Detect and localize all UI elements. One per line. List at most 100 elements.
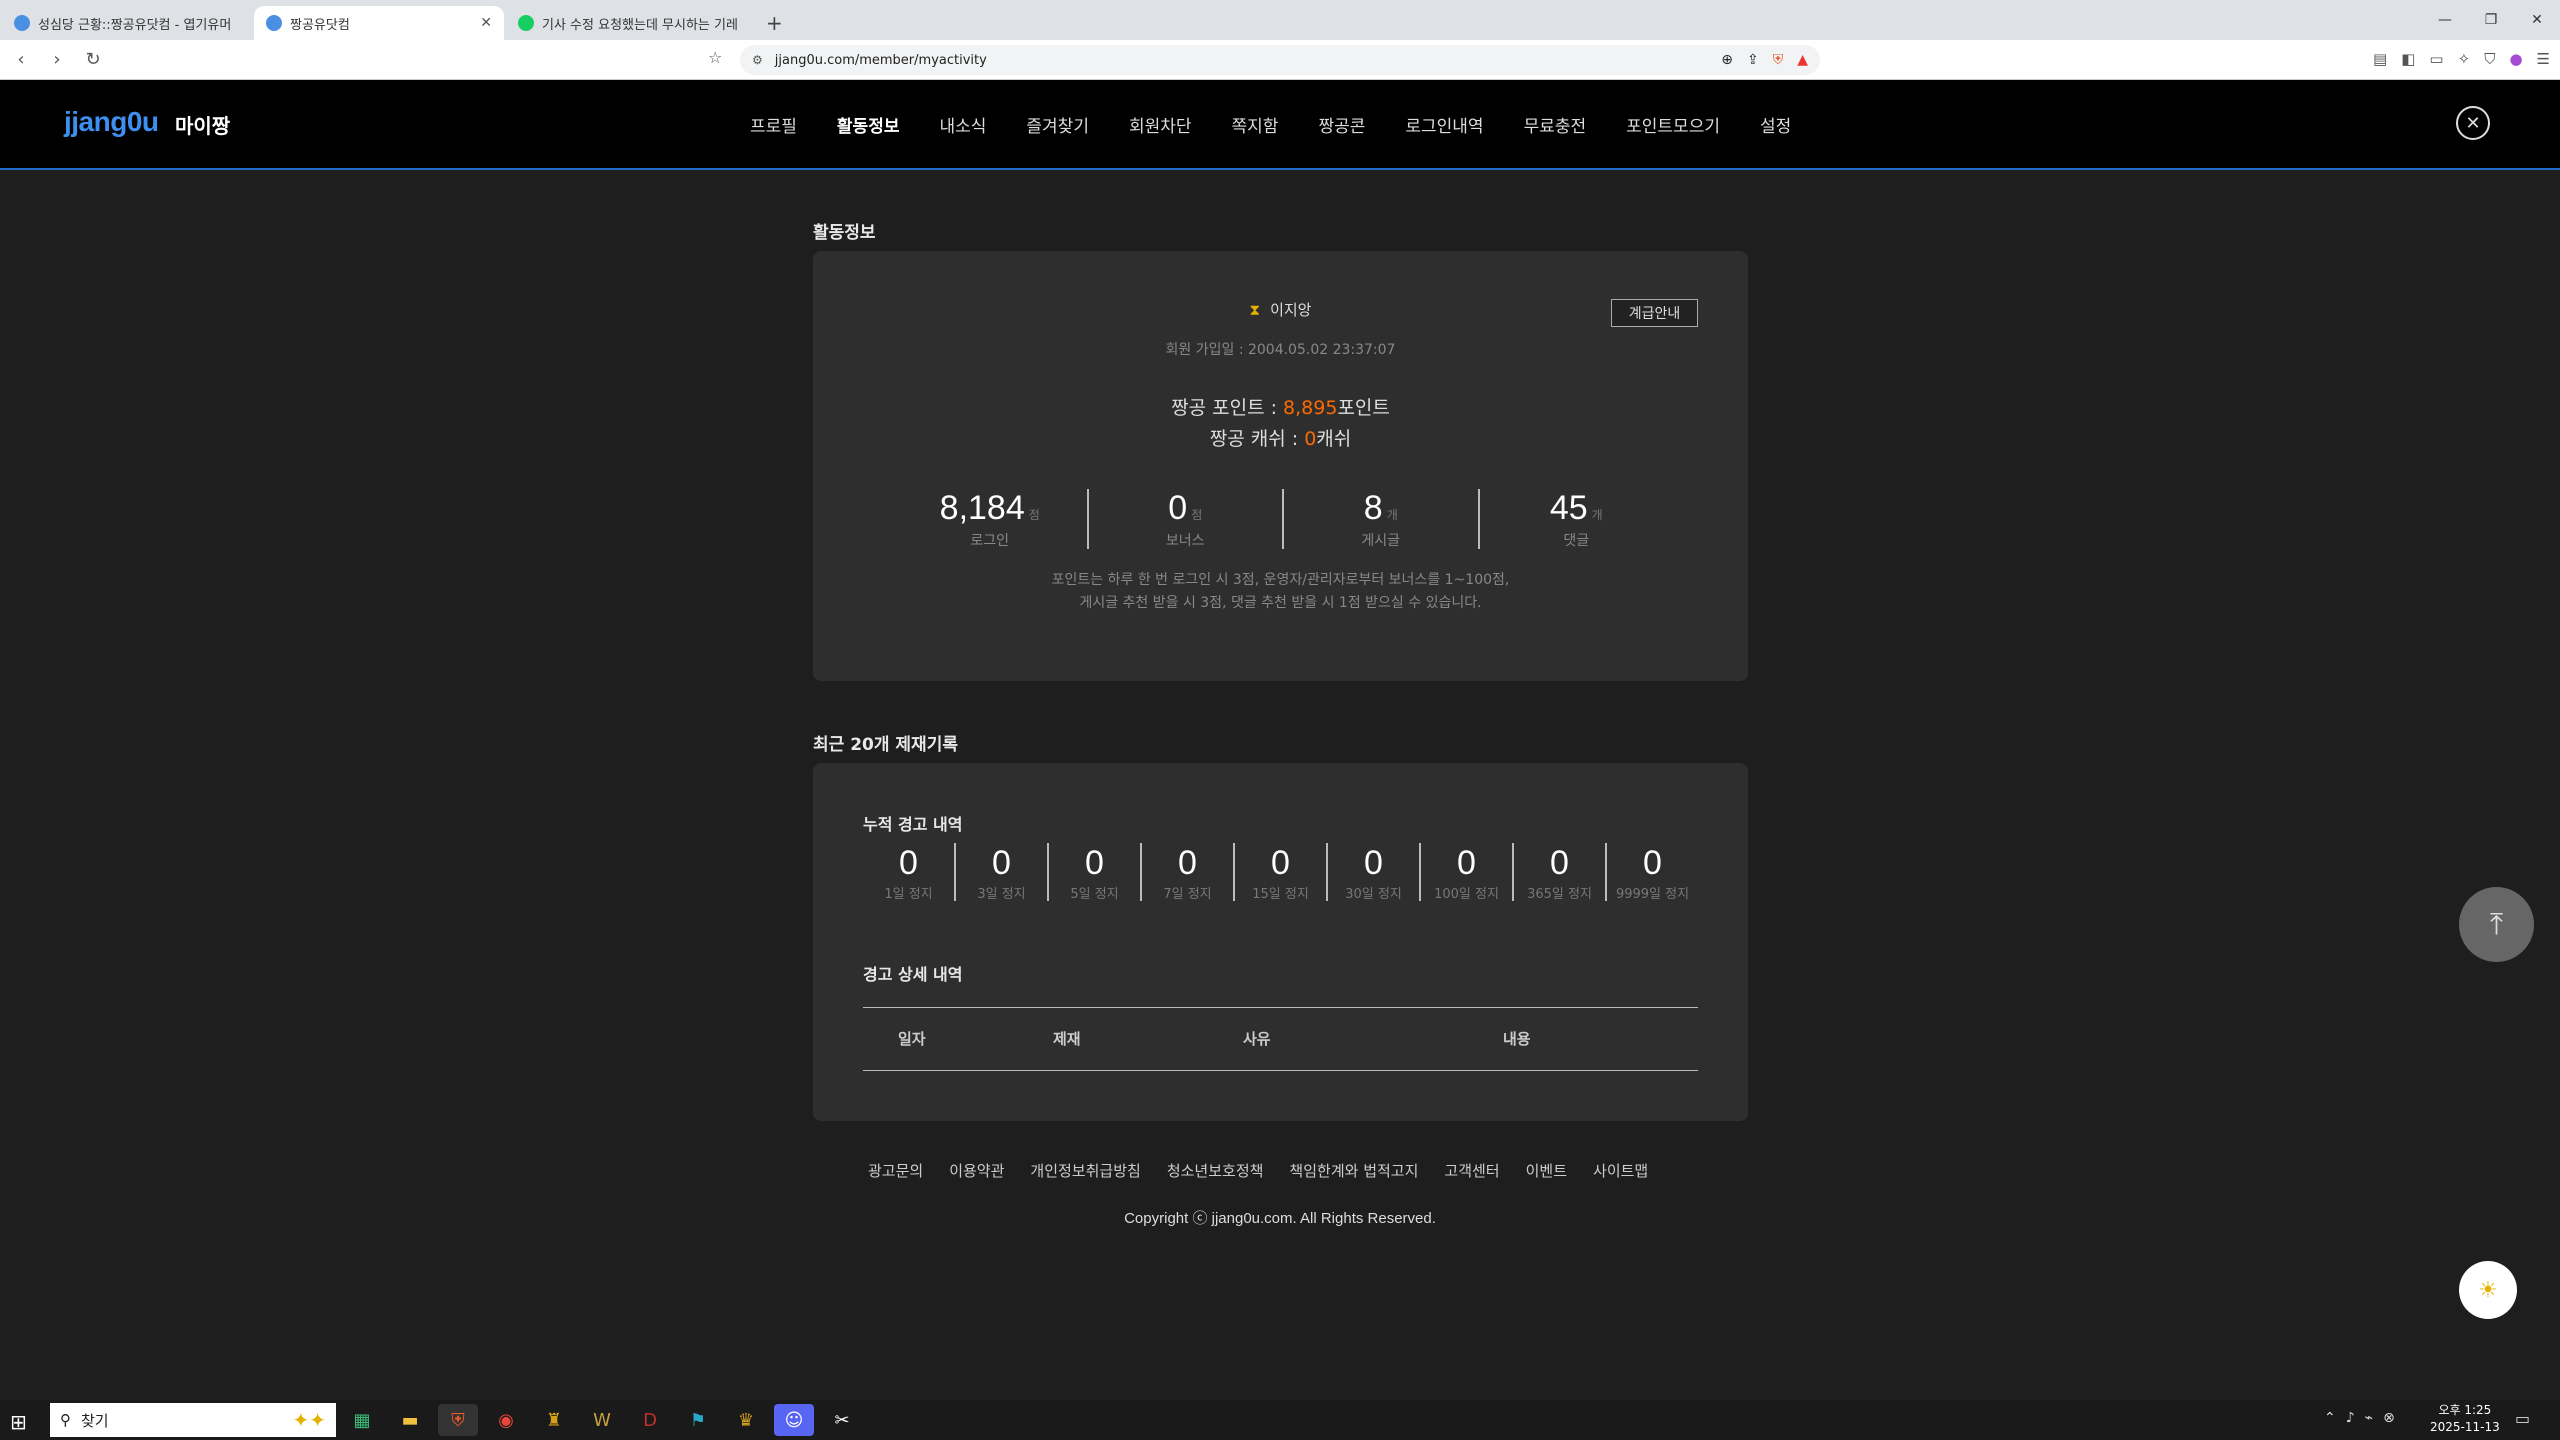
search-icon: ⚲ bbox=[60, 1411, 71, 1429]
footer-link[interactable]: 개인정보취급방침 bbox=[1030, 1160, 1140, 1181]
capcut-icon[interactable]: ✂ bbox=[822, 1404, 862, 1436]
warning-label: 7일 정지 bbox=[1163, 887, 1212, 902]
grade-guide-button[interactable]: 계급안내 bbox=[1611, 299, 1698, 327]
nav-news[interactable]: 내소식 bbox=[939, 112, 986, 137]
close-tab-icon[interactable]: ✕ bbox=[480, 15, 492, 31]
battery-icon[interactable]: ⊗ bbox=[2383, 1410, 2395, 1426]
diablo-icon[interactable]: D bbox=[630, 1404, 670, 1436]
zoom-icon[interactable]: ⊕ bbox=[1721, 52, 1733, 68]
cumulative-warnings-title: 누적 경고 내역 bbox=[863, 815, 963, 834]
points-note: 포인트는 하루 한 번 로그인 시 3점, 운영자/관리자로부터 보너스를 1~… bbox=[813, 569, 1748, 615]
bookmark-icon[interactable]: ☆ bbox=[708, 48, 722, 67]
warning-label: 100일 정지 bbox=[1434, 887, 1499, 902]
nav-activity[interactable]: 활동정보 bbox=[837, 112, 900, 137]
warning-count: 0 30일 정지 bbox=[1326, 843, 1419, 902]
footer-link[interactable]: 광고문의 bbox=[868, 1160, 923, 1181]
ai-icon[interactable]: ✧ bbox=[2458, 50, 2471, 68]
browser-tab-bar: 성심당 근황::짱공유닷컴 - 엽기유머 짱공유닷컴 ✕ 기사 수정 요청했는데… bbox=[0, 0, 2560, 40]
nav-messages[interactable]: 쪽지함 bbox=[1232, 112, 1279, 137]
tray-chevron-icon[interactable]: ⌃ bbox=[2324, 1410, 2336, 1426]
footer-link[interactable]: 고객센터 bbox=[1444, 1160, 1499, 1181]
browser-tab-2[interactable]: 짱공유닷컴 ✕ bbox=[254, 6, 504, 40]
back-icon[interactable]: ‹ bbox=[6, 49, 36, 70]
game-launcher-icon[interactable]: ♛ bbox=[726, 1404, 766, 1436]
warning-label: 5일 정지 bbox=[1070, 887, 1119, 902]
warning-label: 1일 정지 bbox=[884, 887, 933, 902]
forward-icon[interactable]: › bbox=[42, 49, 72, 70]
footer-link[interactable]: 사이트맵 bbox=[1593, 1160, 1648, 1181]
sanctions-panel: 누적 경고 내역 0 1일 정지 0 3일 정지 0 5일 정지 0 7일 정지 0 15… bbox=[813, 763, 1748, 1121]
taskbar-clock[interactable]: 오후 1:25 2025-11-13 bbox=[2430, 1402, 2500, 1436]
new-tab-icon[interactable]: + bbox=[766, 6, 783, 40]
browser-tab-3[interactable]: 기사 수정 요청했는데 무시하는 기레 bbox=[506, 6, 756, 40]
nav-block[interactable]: 회원차단 bbox=[1129, 112, 1192, 137]
theme-toggle-icon[interactable]: ☀ bbox=[2459, 1261, 2517, 1319]
address-bar[interactable]: ⚙ jjang0u.com/member/myactivity ⊕ ⇪ ⛨ ▲ bbox=[740, 45, 1820, 75]
site-logo-subtitle[interactable]: 마이짱 bbox=[175, 110, 230, 139]
browser-tab-1[interactable]: 성심당 근황::짱공유닷컴 - 엽기유머 bbox=[2, 6, 252, 40]
warning-counts: 0 1일 정지 0 3일 정지 0 5일 정지 0 7일 정지 0 15일 정지 0 30일… bbox=[863, 843, 1698, 902]
browser-toolbar: ‹ › ↻ ☆ ⚙ jjang0u.com/member/myactivity … bbox=[0, 40, 2560, 80]
close-icon[interactable]: ✕ bbox=[2456, 106, 2490, 140]
warning-label: 15일 정지 bbox=[1252, 887, 1309, 902]
nav-emoticons[interactable]: 짱공콘 bbox=[1318, 112, 1365, 137]
system-tray: ⌃ ♪ ⌁ ⊗ bbox=[2324, 1410, 2395, 1426]
footer-link[interactable]: 책임한계와 법적고지 bbox=[1289, 1160, 1418, 1181]
footer-link[interactable]: 청소년보호정책 bbox=[1167, 1160, 1264, 1181]
rewards-icon[interactable]: ▲ bbox=[1797, 52, 1808, 68]
warcraft-icon[interactable]: W bbox=[582, 1404, 622, 1436]
warning-detail-title: 경고 상세 내역 bbox=[863, 965, 963, 984]
taskbar-search[interactable]: ⚲ 찾기 ✦✦ bbox=[50, 1403, 336, 1437]
stat-label: 게시글 bbox=[1361, 533, 1401, 549]
nav-collect-points[interactable]: 포인트모으기 bbox=[1626, 112, 1720, 137]
nav-profile[interactable]: 프로필 bbox=[750, 112, 797, 137]
network-icon[interactable]: ⌁ bbox=[2365, 1410, 2373, 1426]
footer-link[interactable]: 이벤트 bbox=[1526, 1160, 1567, 1181]
site-info-icon[interactable]: ⚙ bbox=[752, 53, 763, 67]
cash-value: 0 bbox=[1304, 428, 1317, 450]
copilot-sparkle-icon: ✦✦ bbox=[292, 1408, 326, 1432]
points-label: 짱공 포인트 : bbox=[1171, 397, 1284, 419]
reload-icon[interactable]: ↻ bbox=[78, 49, 108, 70]
volume-icon[interactable]: ♪ bbox=[2346, 1410, 2355, 1426]
shield-icon[interactable]: ⛨ bbox=[1773, 52, 1784, 68]
windows-start-icon[interactable]: ⊞ bbox=[10, 1410, 27, 1434]
menu-icon[interactable]: ☰ bbox=[2537, 50, 2550, 68]
username: 이지앙 bbox=[1270, 301, 1312, 319]
site-favicon-icon bbox=[518, 15, 534, 31]
scroll-top-icon[interactable]: ⤒ bbox=[2459, 887, 2534, 962]
brave-browser-icon[interactable]: ⛨ bbox=[438, 1404, 478, 1436]
activity-stats: 8,184 점 로그인 0점 보너스 8개 게시글 45 개 댓글 bbox=[893, 489, 1673, 549]
discord-icon[interactable]: ☺ bbox=[774, 1404, 814, 1436]
tab-title: 성심당 근황::짱공유닷컴 - 엽기유머 bbox=[38, 17, 232, 33]
cash-label: 짱공 캐쉬 : bbox=[1209, 428, 1305, 450]
widgets-icon[interactable]: ▦ bbox=[342, 1404, 382, 1436]
minimize-icon[interactable]: — bbox=[2422, 0, 2468, 40]
nav-favorites[interactable]: 즐겨찾기 bbox=[1026, 112, 1089, 137]
share-icon[interactable]: ⇪ bbox=[1747, 52, 1759, 68]
vpn-icon[interactable]: ⛉ bbox=[2484, 50, 2495, 68]
stat-login: 8,184 점 로그인 bbox=[893, 489, 1087, 549]
close-window-icon[interactable]: ✕ bbox=[2514, 0, 2560, 40]
profile-icon[interactable]: ● bbox=[2509, 50, 2522, 68]
user-line: ⧗ 이지앙 bbox=[813, 299, 1748, 320]
file-explorer-icon[interactable]: ▬ bbox=[390, 1404, 430, 1436]
reader-icon[interactable]: ▤ bbox=[2373, 50, 2387, 68]
restore-icon[interactable]: ❐ bbox=[2468, 0, 2514, 40]
site-favicon-icon bbox=[266, 15, 282, 31]
column-header: 내용 bbox=[1503, 1030, 1531, 1048]
window-controls: — ❐ ✕ bbox=[2422, 0, 2560, 40]
footer-link[interactable]: 이용약관 bbox=[949, 1160, 1004, 1181]
nav-free-charge[interactable]: 무료충전 bbox=[1524, 112, 1587, 137]
league-icon[interactable]: ⚑ bbox=[678, 1404, 718, 1436]
nav-login-history[interactable]: 로그인내역 bbox=[1405, 112, 1483, 137]
notification-icon[interactable]: ▭ bbox=[2515, 1409, 2530, 1428]
game-app-icon[interactable]: ♜ bbox=[534, 1404, 574, 1436]
nav-settings[interactable]: 설정 bbox=[1760, 112, 1791, 137]
chrome-icon[interactable]: ◉ bbox=[486, 1404, 526, 1436]
wallet-icon[interactable]: ▭ bbox=[2429, 50, 2443, 68]
site-logo[interactable]: jjang0u bbox=[64, 106, 159, 138]
copyright-text: Copyright ⓒ jjang0u.com. All Rights Rese… bbox=[1124, 1210, 1436, 1227]
sidebar-icon[interactable]: ◧ bbox=[2401, 50, 2415, 68]
warning-count: 0 5일 정지 bbox=[1047, 843, 1140, 902]
